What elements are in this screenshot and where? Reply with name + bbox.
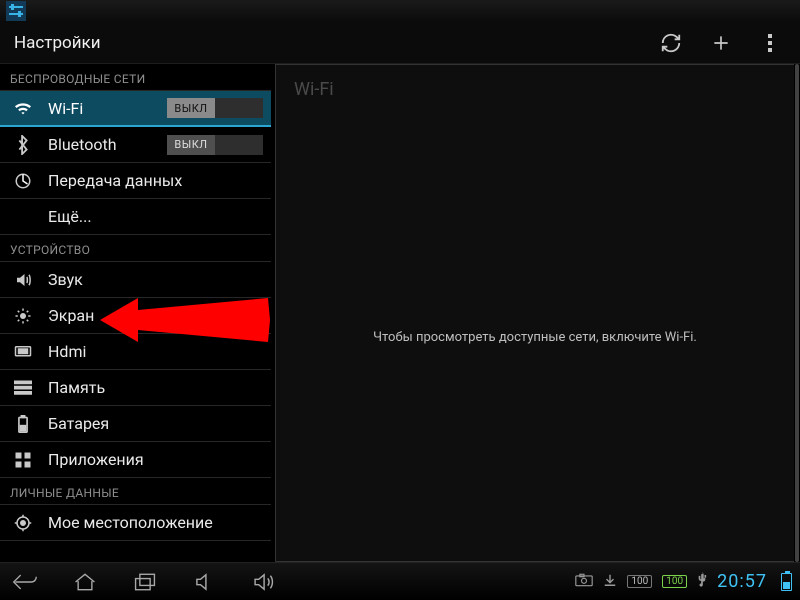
section-device: УСТРОЙСТВО <box>0 235 271 262</box>
scrollbar-thumb[interactable] <box>795 64 799 562</box>
sidebar-item-label: Экран <box>48 306 94 325</box>
settings-list[interactable]: БЕСПРОВОДНЫЕ СЕТИ Wi-Fi ВЫКЛ . Bluetooth… <box>0 64 271 562</box>
wifi-icon <box>12 97 34 119</box>
bluetooth-icon <box>12 134 34 156</box>
action-bar: Настройки <box>0 22 800 64</box>
sidebar-item-wifi[interactable]: Wi-Fi ВЫКЛ . <box>0 91 271 127</box>
sidebar-item-hdmi[interactable]: Hdmi <box>0 334 271 370</box>
indicator-b: 100 <box>662 575 687 588</box>
sidebar-item-battery[interactable]: Батарея <box>0 406 271 442</box>
sidebar-item-label: Мое местоположение <box>48 513 213 532</box>
bluetooth-toggle[interactable]: ВЫКЛ . <box>167 135 263 155</box>
system-nav-bar: 100 100 20:57 <box>0 562 800 600</box>
sidebar-item-label: Память <box>48 378 105 397</box>
battery-status-icon <box>781 573 792 591</box>
apps-icon <box>12 449 34 471</box>
section-wireless: БЕСПРОВОДНЫЕ СЕТИ <box>0 64 271 91</box>
volume-down-button[interactable] <box>188 570 222 594</box>
sidebar-item-label: Bluetooth <box>48 135 117 154</box>
sidebar-item-apps[interactable]: Приложения <box>0 442 271 478</box>
content-pane: Wi-Fi Чтобы просмотреть доступные сети, … <box>275 64 794 562</box>
settings-app-icon <box>6 1 26 21</box>
recents-button[interactable] <box>128 570 162 594</box>
indicator-a: 100 <box>627 575 652 588</box>
sidebar-item-label: Звук <box>48 270 83 289</box>
main-split: БЕСПРОВОДНЫЕ СЕТИ Wi-Fi ВЫКЛ . Bluetooth… <box>0 64 794 562</box>
sidebar-item-storage[interactable]: Память <box>0 370 271 406</box>
download-icon <box>603 573 617 590</box>
back-button[interactable] <box>8 570 42 594</box>
sidebar-item-location[interactable]: Мое местоположение <box>0 505 271 541</box>
usb-icon <box>697 571 707 592</box>
content-empty-msg: Чтобы просмотреть доступные сети, включи… <box>276 114 794 561</box>
sidebar-item-data-usage[interactable]: Передача данных <box>0 163 271 199</box>
location-icon <box>12 512 34 534</box>
overflow-icon[interactable] <box>758 30 784 56</box>
camera-icon <box>575 573 593 590</box>
sound-icon <box>12 269 34 291</box>
page-title: Настройки <box>14 33 101 53</box>
clock: 20:57 <box>717 571 767 592</box>
add-icon[interactable] <box>708 30 734 56</box>
display-icon <box>12 305 34 327</box>
blank-icon <box>12 206 34 228</box>
sidebar-item-label: Ещё... <box>48 207 92 226</box>
refresh-icon[interactable] <box>658 30 684 56</box>
volume-up-button[interactable] <box>248 570 282 594</box>
content-header: Wi-Fi <box>276 65 794 114</box>
sidebar-item-bluetooth[interactable]: Bluetooth ВЫКЛ . <box>0 127 271 163</box>
section-personal: ЛИЧНЫЕ ДАННЫЕ <box>0 478 271 505</box>
sidebar-item-label: Hdmi <box>48 342 86 361</box>
sidebar-item-sound[interactable]: Звук <box>0 262 271 298</box>
sidebar-item-label: Приложения <box>48 450 144 469</box>
storage-icon <box>12 377 34 399</box>
system-tray[interactable]: 100 100 20:57 <box>575 571 792 592</box>
wifi-toggle[interactable]: ВЫКЛ . <box>167 98 263 118</box>
sidebar-item-label: Батарея <box>48 414 109 433</box>
os-status-bar <box>0 0 800 22</box>
sidebar-item-label: Передача данных <box>48 171 182 190</box>
battery-icon <box>12 413 34 435</box>
sidebar-item-more[interactable]: Ещё... <box>0 199 271 235</box>
home-button[interactable] <box>68 570 102 594</box>
scrollbar[interactable] <box>794 64 800 562</box>
sidebar-item-display[interactable]: Экран <box>0 298 271 334</box>
hdmi-icon <box>12 341 34 363</box>
sidebar-item-label: Wi-Fi <box>48 99 83 118</box>
data-usage-icon <box>12 170 34 192</box>
